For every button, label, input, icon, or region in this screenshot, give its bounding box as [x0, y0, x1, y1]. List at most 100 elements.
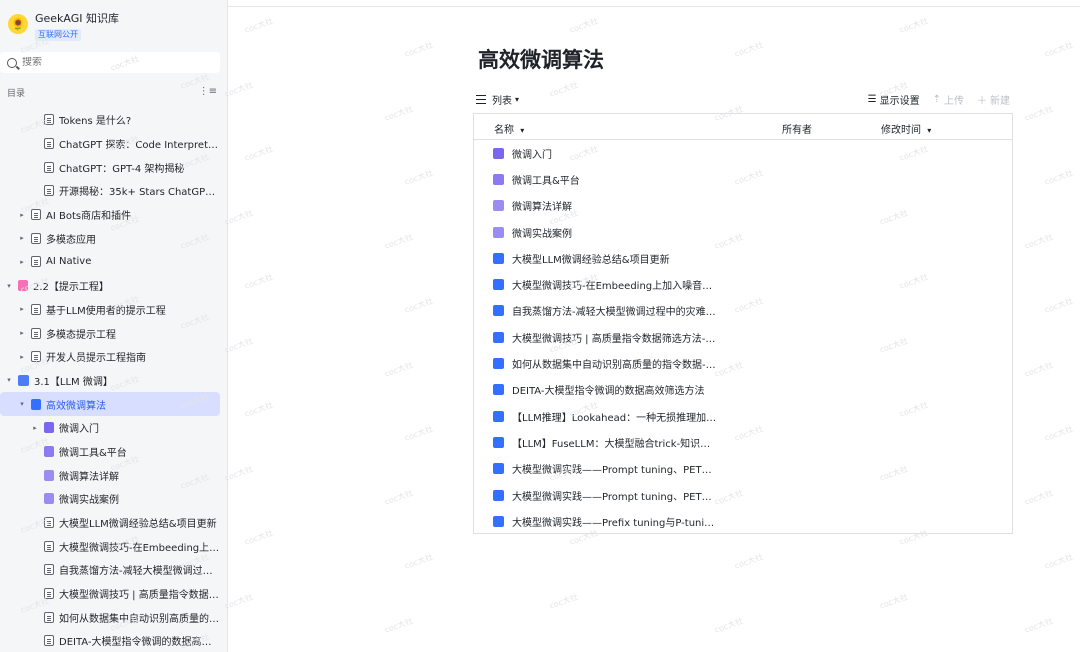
toc-label: 目录: [7, 89, 26, 99]
display-settings-button[interactable]: ☰ 显示设置: [868, 92, 920, 107]
caret-down-icon[interactable]: ▾: [4, 282, 14, 290]
watermark-text: coc大社: [403, 40, 435, 59]
table-row[interactable]: 大模型微调实践——Prompt tuning、PET、Prefi...: [474, 482, 1012, 508]
table-row[interactable]: 【LLM推理】Lookahead：一种无损推理加速机制: [474, 403, 1012, 429]
tree-item[interactable]: ▸ 多模态提示工程: [0, 321, 220, 345]
tree-item-label: 多模态提示工程: [46, 329, 116, 341]
file-table: 名称 ▾ 所有者 修改时间 ▾ 微调入门 微调工具&平台 微调算法详解 微调实战案例大…: [473, 113, 1013, 534]
table-row[interactable]: 微调实战案例: [474, 219, 1012, 245]
tree-item[interactable]: ▸ 基于LLM使用者的提示工程: [0, 298, 220, 322]
watermark-text: coc大社: [1043, 552, 1075, 571]
toc-header: 目录 ⋮≡: [7, 86, 217, 99]
column-modified[interactable]: 修改时间 ▾: [881, 121, 931, 136]
column-name[interactable]: 名称 ▾: [494, 121, 524, 136]
watermark-text: coc大社: [243, 528, 275, 547]
new-button[interactable]: ＋ 新建: [977, 92, 1010, 107]
tree-item-label: 高效微调算法: [46, 400, 106, 412]
table-row[interactable]: 大模型微调实践——Prompt tuning、PET、Prefi...: [474, 456, 1012, 482]
search-box[interactable]: [0, 52, 220, 73]
document-icon: [31, 232, 41, 244]
table-row[interactable]: 【LLM】FuseLLM：大模型融合trick-知识融合L...: [474, 429, 1012, 455]
tree-item[interactable]: 大模型微调技巧-在Embeeding上加入...: [0, 534, 220, 558]
tree-item[interactable]: 大模型LLM微调经验总结&项目更新: [0, 511, 220, 535]
tree-item-label: AI Bots商店和插件: [46, 211, 132, 223]
chevron-down-icon: ▾: [927, 126, 932, 135]
tree-item-label: 微调实战案例: [59, 495, 119, 507]
document-icon: [44, 114, 54, 126]
caret-right-icon[interactable]: ▸: [17, 234, 27, 242]
document-icon: [493, 410, 504, 422]
row-title: 【LLM】FuseLLM：大模型融合trick-知识融合L...: [512, 438, 718, 450]
tree-item[interactable]: 微调实战案例: [0, 487, 220, 511]
tree-item[interactable]: ▾ 3.1【LLM 微调】: [0, 369, 220, 393]
watermark-text: coc大社: [898, 16, 930, 35]
tree-item[interactable]: ChatGPT 探索：Code Interpreter 高...: [0, 132, 220, 156]
caret-right-icon[interactable]: ▸: [17, 258, 27, 266]
caret-right-icon[interactable]: ▸: [17, 211, 27, 219]
row-title: DEITA-大模型指令微调的数据高效筛选方法: [512, 386, 705, 398]
watermark-text: coc大社: [243, 400, 275, 419]
list-view-icon: [476, 95, 486, 104]
tree-item[interactable]: 微调算法详解: [0, 463, 220, 487]
tree-item-label: 微调算法详解: [59, 471, 119, 483]
caret-right-icon[interactable]: ▸: [30, 424, 40, 432]
tree-item[interactable]: 如何从数据集中自动识别高质量的指...: [0, 605, 220, 629]
table-row[interactable]: 如何从数据集中自动识别高质量的指令数据-IFD...: [474, 350, 1012, 376]
watermark-text: coc大社: [713, 616, 745, 635]
table-row[interactable]: 微调算法详解: [474, 193, 1012, 219]
caret-right-icon[interactable]: ▸: [17, 305, 27, 313]
sidebar: 🌻 GeekAGI 知识库 互联网公开 目录 ⋮≡ Tokens 是什么? Cha…: [0, 0, 228, 652]
tree-item[interactable]: ▸ 开发人员提示工程指南: [0, 345, 220, 369]
tree-item[interactable]: 自我蒸馏方法-减轻大模型微调过程中...: [0, 558, 220, 582]
table-row[interactable]: 微调工具&平台: [474, 166, 1012, 192]
view-switch-button[interactable]: 列表 ▾: [476, 92, 519, 107]
caret-down-icon[interactable]: ▾: [4, 376, 14, 384]
tree-item-label: 基于LLM使用者的提示工程: [46, 305, 166, 317]
caret-right-icon[interactable]: ▸: [17, 353, 27, 361]
lav-page-icon: [493, 200, 504, 212]
table-row[interactable]: 微调入门: [474, 140, 1012, 166]
tree-item[interactable]: 大模型微调技巧 | 高质量指令数据筛...: [0, 582, 220, 606]
table-row[interactable]: 大模型微调实践——Prefix tuning与P-tuning v2...: [474, 508, 1012, 534]
tree-item[interactable]: ▸ AI Bots商店和插件: [0, 203, 220, 227]
caret-down-icon[interactable]: ▾: [17, 400, 27, 408]
tree-item[interactable]: DEITA-大模型指令微调的数据高效筛...: [0, 629, 220, 652]
tree-item-label: 微调工具&平台: [59, 447, 127, 459]
tree-item[interactable]: 微调工具&平台: [0, 440, 220, 464]
watermark-text: coc大社: [1023, 488, 1055, 507]
document-icon: [31, 327, 41, 339]
table-row[interactable]: 大模型LLM微调经验总结&项目更新: [474, 245, 1012, 271]
tree-item[interactable]: Tokens 是什么?: [0, 108, 220, 132]
brand[interactable]: 🌻 GeekAGI 知识库 互联网公开: [8, 12, 119, 41]
tree-item-label: 大模型LLM微调经验总结&项目更新: [59, 519, 217, 531]
document-icon: [31, 351, 41, 363]
blue-page-icon: [31, 398, 41, 410]
sunflower-logo: 🌻: [8, 14, 28, 34]
tree-item-label: 开源揭秘：35k+ Stars ChatGPT 桌面...: [59, 187, 220, 199]
folder-icon: [18, 374, 29, 386]
caret-right-icon[interactable]: ▸: [17, 329, 27, 337]
purple-page-icon: [44, 422, 54, 434]
tree-item[interactable]: ▾ 高效微调算法: [0, 392, 220, 416]
tree-item[interactable]: ChatGPT：GPT-4 架构揭秘: [0, 155, 220, 179]
table-row[interactable]: 大模型微调技巧 | 高质量指令数据筛选方法-MoDS: [474, 324, 1012, 350]
tree-item[interactable]: 开源揭秘：35k+ Stars ChatGPT 桌面...: [0, 179, 220, 203]
search-input[interactable]: [22, 57, 202, 68]
tree-item[interactable]: ▾ 2.2【提示工程】: [0, 274, 220, 298]
watermark-text: coc大社: [568, 16, 600, 35]
tree-item[interactable]: ▸ 多模态应用: [0, 226, 220, 250]
table-row[interactable]: 大模型微调技巧-在Embeeding上加入噪音提高...: [474, 271, 1012, 297]
list-options-icon[interactable]: ⋮≡: [199, 86, 217, 99]
public-badge: 互联网公开: [35, 29, 81, 41]
row-title: 微调算法详解: [512, 202, 572, 214]
tree-item[interactable]: ▸ AI Native: [0, 250, 220, 274]
view-label: 列表: [492, 96, 512, 107]
tree-item-label: 大模型微调技巧-在Embeeding上加入...: [59, 542, 220, 554]
table-row[interactable]: 自我蒸馏方法-减轻大模型微调过程中的灾难性...: [474, 298, 1012, 324]
document-icon: [44, 138, 54, 150]
row-title: 微调入门: [512, 149, 552, 161]
watermark-text: coc大社: [548, 592, 580, 611]
upload-button[interactable]: ⇡ 上传: [933, 92, 964, 107]
tree-item[interactable]: ▸ 微调入门: [0, 416, 220, 440]
table-row[interactable]: DEITA-大模型指令微调的数据高效筛选方法: [474, 377, 1012, 403]
